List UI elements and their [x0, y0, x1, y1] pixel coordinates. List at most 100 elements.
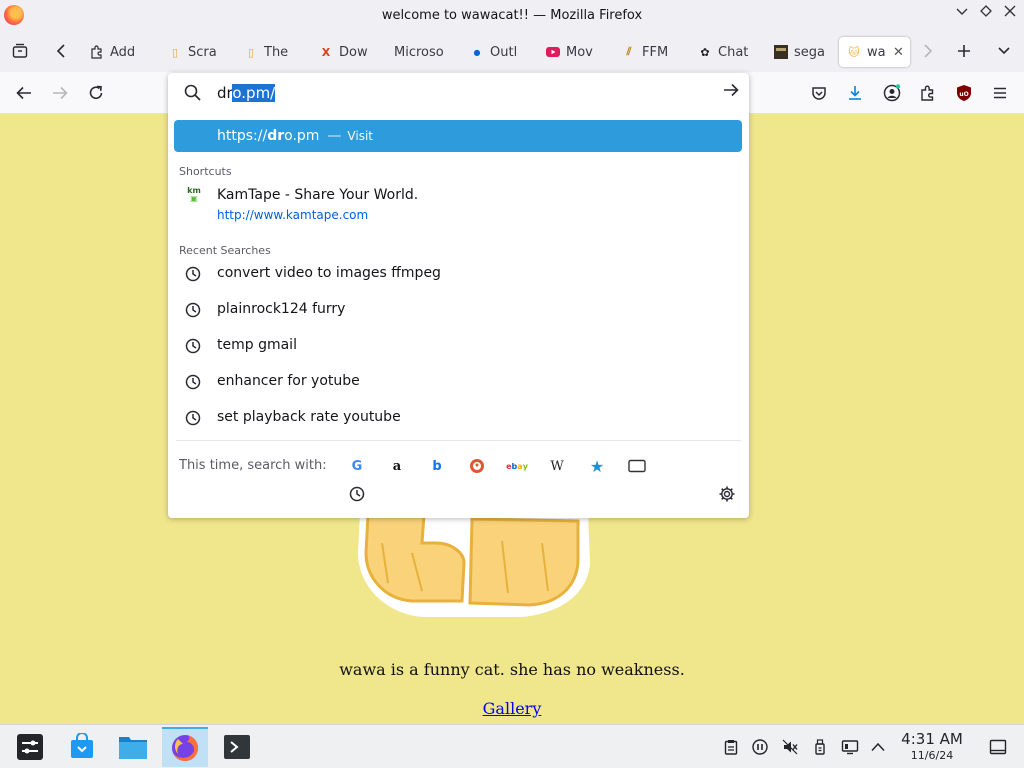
recent-search-item[interactable]: convert video to images ffmpeg — [168, 257, 749, 291]
extensions-icon[interactable] — [915, 80, 941, 106]
recent-search-text: enhancer for yotube — [217, 373, 360, 389]
window-title: welcome to wawacat!! — Mozilla Firefox — [381, 7, 643, 23]
display-network-icon[interactable] — [840, 737, 860, 757]
visit-url-match: dr — [267, 128, 285, 144]
bing-icon[interactable]: b — [427, 456, 447, 476]
clock-icon — [185, 302, 201, 318]
tab-scra[interactable]: ▯ Scra — [160, 37, 234, 67]
discover-store-icon[interactable] — [59, 727, 105, 767]
divider — [176, 440, 741, 441]
recent-search-item[interactable]: temp gmail — [168, 329, 749, 363]
firefox-logo-icon — [4, 5, 24, 25]
tab-the[interactable]: ▯ The — [236, 37, 310, 67]
clipboard-icon[interactable] — [721, 737, 741, 757]
taskbar-clock-time[interactable]: 4:31 AM — [896, 730, 968, 748]
tabs-scroll-right-icon[interactable] — [915, 38, 941, 64]
system-taskbar: 4:31 AM 11/6/24 — [0, 724, 1024, 768]
recent-searches-heading: Recent Searches — [179, 244, 271, 257]
recent-search-text: set playback rate youtube — [217, 409, 401, 425]
dot-icon: ● — [473, 47, 481, 57]
tab-sega[interactable]: sega — [766, 37, 836, 67]
shortcuts-heading: Shortcuts — [179, 165, 232, 178]
show-hidden-icons-chevron-up-icon[interactable] — [868, 737, 888, 757]
tab-outl[interactable]: ● Outl — [462, 37, 536, 67]
url-typed-text: dr — [217, 84, 233, 102]
google-icon[interactable]: G — [347, 456, 367, 476]
downloads-icon[interactable] — [842, 80, 868, 106]
media-pause-icon[interactable] — [750, 737, 770, 757]
shortcut-title: KamTape - Share Your World. — [217, 187, 419, 203]
puzzle-icon — [90, 45, 104, 59]
close-icon[interactable] — [1000, 5, 1020, 21]
shortcut-item-kamtape[interactable]: km ▣ KamTape - Share Your World. http://w… — [168, 183, 749, 227]
new-tab-icon[interactable] — [951, 38, 977, 64]
cat-icon: 🐱 — [848, 45, 860, 59]
terminal-icon[interactable] — [214, 727, 260, 767]
kamtape-favicon-icon: km ▣ — [187, 186, 201, 203]
amazon-icon[interactable]: a — [387, 456, 407, 476]
wikipedia-icon[interactable]: W — [547, 456, 567, 476]
reload-icon[interactable] — [83, 80, 109, 106]
recent-search-item[interactable]: set playback rate youtube — [168, 401, 749, 435]
clock-icon — [185, 338, 201, 354]
application-launcher-icon[interactable] — [7, 727, 53, 767]
account-icon[interactable] — [879, 80, 905, 106]
tab-add[interactable]: Add — [82, 37, 158, 67]
tab-chat[interactable]: ✿ Chat — [690, 37, 764, 67]
clock-icon — [185, 374, 201, 390]
coin-icon: ▯ — [171, 45, 179, 59]
tab-microso[interactable]: Microso — [386, 37, 460, 67]
back-arrow-icon[interactable] — [11, 80, 37, 106]
coin-icon: ▯ — [247, 45, 255, 59]
urlbar-dropdown: dro.pm/ https://dr o.pm — Visit Shortcuts… — [168, 73, 749, 518]
visit-url-result[interactable]: https://dr o.pm — Visit — [174, 120, 742, 152]
visit-url-rest: o.pm — [284, 128, 320, 144]
pocket-icon[interactable] — [806, 80, 832, 106]
clock-icon — [185, 266, 201, 282]
go-arrow-icon[interactable] — [723, 81, 739, 102]
file-manager-icon[interactable] — [110, 727, 156, 767]
recent-search-item[interactable]: plainrock124 furry — [168, 293, 749, 327]
list-all-tabs-icon[interactable] — [991, 38, 1017, 64]
maximize-icon[interactable] — [976, 5, 996, 21]
close-tab-icon[interactable]: ✕ — [893, 45, 904, 60]
tabs-icon[interactable] — [627, 456, 647, 476]
tab-groups-icon[interactable] — [7, 38, 33, 64]
recent-search-text: plainrock124 furry — [217, 301, 346, 317]
sega-icon — [774, 45, 788, 59]
gallery-link[interactable]: Gallery — [0, 699, 1024, 718]
duckduckgo-icon[interactable] — [467, 456, 487, 476]
show-desktop-icon[interactable] — [988, 737, 1008, 757]
forward-arrow-icon[interactable] — [47, 80, 73, 106]
tab-ffm[interactable]: ⫽ FFM — [614, 37, 688, 67]
visit-separator: — — [327, 128, 342, 144]
recent-search-text: convert video to images ffmpeg — [217, 265, 441, 281]
tab-bar: Add ▯ Scra ▯ The X Dow Microso ● Outl Mo… — [0, 30, 1024, 72]
visit-url-prefix: https:// — [217, 128, 268, 144]
tab-dow[interactable]: X Dow — [311, 37, 385, 67]
ebay-icon[interactable]: ebay — [506, 456, 528, 476]
firefox-taskbar-icon[interactable] — [162, 727, 208, 767]
search-settings-gear-icon[interactable] — [717, 484, 737, 504]
taskbar-clock-date[interactable]: 11/6/24 — [896, 749, 968, 762]
usb-device-icon[interactable] — [810, 737, 830, 757]
page-caption: wawa is a funny cat. she has no weakness… — [339, 660, 685, 679]
minimize-icon[interactable] — [952, 5, 972, 21]
youtube-icon — [546, 45, 560, 59]
wawa-cat-image — [358, 513, 590, 617]
history-icon[interactable] — [347, 484, 367, 504]
tab-wawacat[interactable]: 🐱 wa ✕ — [839, 37, 910, 67]
visit-action-label: Visit — [347, 129, 373, 143]
url-input-text[interactable]: dro.pm/ — [217, 84, 276, 102]
tab-mov[interactable]: Mov — [538, 37, 612, 67]
recent-search-item[interactable]: enhancer for yotube — [168, 365, 749, 399]
x-logo-icon: X — [321, 45, 331, 59]
hamburger-menu-icon[interactable] — [987, 80, 1013, 106]
url-input[interactable]: dro.pm/ — [168, 73, 749, 113]
tabs-scroll-left-icon[interactable] — [48, 38, 74, 64]
ublock-origin-icon[interactable]: uO — [951, 80, 977, 106]
recent-search-text: temp gmail — [217, 337, 297, 353]
search-icon — [184, 84, 201, 101]
volume-muted-icon[interactable] — [780, 737, 800, 757]
bookmarks-star-icon[interactable]: ★ — [587, 456, 607, 476]
